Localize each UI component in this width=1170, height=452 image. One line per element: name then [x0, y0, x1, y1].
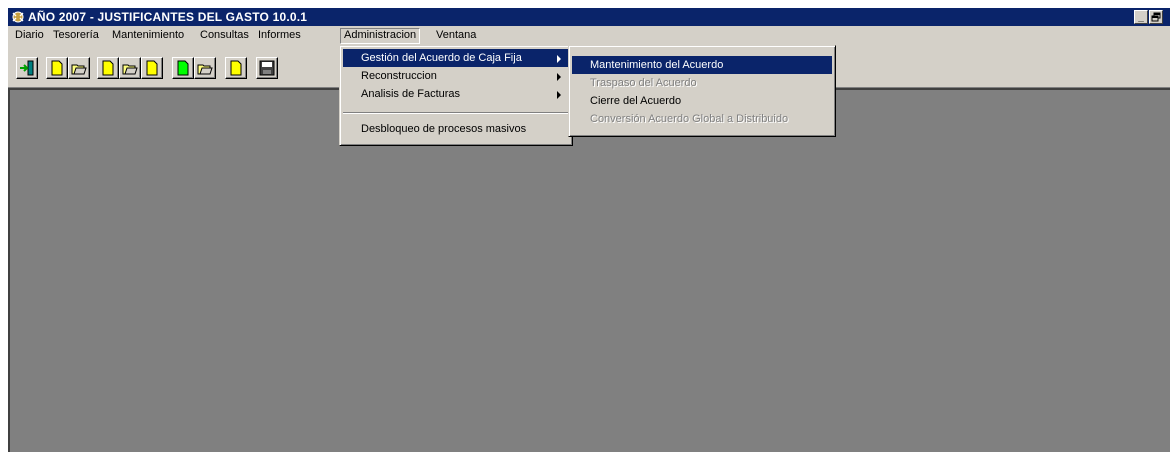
menu-item-conversion-acuerdo: Conversión Acuerdo Global a Distribuido: [572, 110, 832, 128]
document-button-2[interactable]: [225, 57, 247, 79]
window-title: AÑO 2007 - JUSTIFICANTES DEL GASTO 10.0.…: [28, 10, 308, 24]
app-icon[interactable]: [11, 10, 25, 24]
menu-item-desbloqueo[interactable]: Desbloqueo de procesos masivos: [343, 120, 569, 138]
menu-item-gestion-acuerdo[interactable]: Gestión del Acuerdo de Caja Fija: [343, 49, 569, 67]
submenu-arrow-icon: [557, 55, 561, 63]
save-disk-icon: [259, 60, 275, 76]
mdi-workspace[interactable]: [8, 88, 1170, 452]
open-button-3[interactable]: [194, 57, 216, 79]
save-button[interactable]: [256, 57, 278, 79]
menu-separator: [343, 112, 569, 114]
menu-consultas[interactable]: Consultas: [198, 28, 251, 43]
exit-button[interactable]: [16, 57, 38, 79]
menu-diario[interactable]: Diario: [13, 28, 46, 43]
title-bar[interactable]: AÑO 2007 - JUSTIFICANTES DEL GASTO 10.0.…: [8, 8, 1170, 26]
document-button-1[interactable]: [141, 57, 163, 79]
submenu-arrow-icon: [557, 91, 561, 99]
menu-bar: Diario Tesorería Mantenimiento Consultas…: [8, 26, 1170, 45]
menu-item-cierre-acuerdo[interactable]: Cierre del Acuerdo: [572, 92, 832, 110]
open-folder-icon: [71, 64, 87, 75]
new-document-green-icon: [177, 60, 189, 76]
caja-fija-submenu: Mantenimiento del Acuerdo Traspaso del A…: [568, 45, 836, 137]
submenu-arrow-icon: [557, 73, 561, 81]
menu-ventana[interactable]: Ventana: [434, 28, 478, 43]
new-button-2[interactable]: [97, 57, 119, 79]
menu-administracion[interactable]: Administracion: [340, 28, 421, 44]
new-green-button[interactable]: [172, 57, 194, 79]
menu-item-analisis-facturas[interactable]: Analisis de Facturas: [343, 85, 569, 103]
new-document-icon: [51, 60, 63, 76]
menu-item-label: Mantenimiento del Acuerdo: [590, 59, 724, 71]
menu-mantenimiento[interactable]: Mantenimiento: [110, 28, 186, 43]
application-window: AÑO 2007 - JUSTIFICANTES DEL GASTO 10.0.…: [8, 8, 1170, 452]
menu-item-reconstruccion[interactable]: Reconstruccion: [343, 67, 569, 85]
open-folder-icon: [197, 64, 213, 75]
restore-icon: [1151, 12, 1161, 22]
open-folder-icon: [122, 64, 138, 75]
open-button-1[interactable]: [68, 57, 90, 79]
open-button-2[interactable]: [119, 57, 141, 79]
menu-item-label: Traspaso del Acuerdo: [590, 77, 697, 89]
menu-item-mantenimiento-acuerdo[interactable]: Mantenimiento del Acuerdo: [572, 56, 832, 74]
menu-tesoreria[interactable]: Tesorería: [51, 28, 101, 43]
exit-icon: [20, 60, 34, 76]
new-document-icon: [102, 60, 114, 76]
document-icon: [146, 60, 158, 76]
menu-item-label: Desbloqueo de procesos masivos: [361, 123, 527, 135]
document-icon: [230, 60, 242, 76]
menu-item-label: Analisis de Facturas: [361, 88, 461, 100]
restore-button[interactable]: [1149, 10, 1163, 24]
menu-item-label: Gestión del Acuerdo de Caja Fija: [361, 52, 522, 64]
menu-informes[interactable]: Informes: [256, 28, 303, 43]
menu-item-label: Conversión Acuerdo Global a Distribuido: [590, 113, 789, 125]
administracion-menu: Gestión del Acuerdo de Caja Fija Reconst…: [339, 45, 573, 146]
minimize-button[interactable]: _: [1134, 10, 1148, 24]
menu-item-label: Cierre del Acuerdo: [590, 95, 682, 107]
new-button-1[interactable]: [46, 57, 68, 79]
menu-item-traspaso-acuerdo: Traspaso del Acuerdo: [572, 74, 832, 92]
menu-item-label: Reconstruccion: [361, 70, 437, 82]
